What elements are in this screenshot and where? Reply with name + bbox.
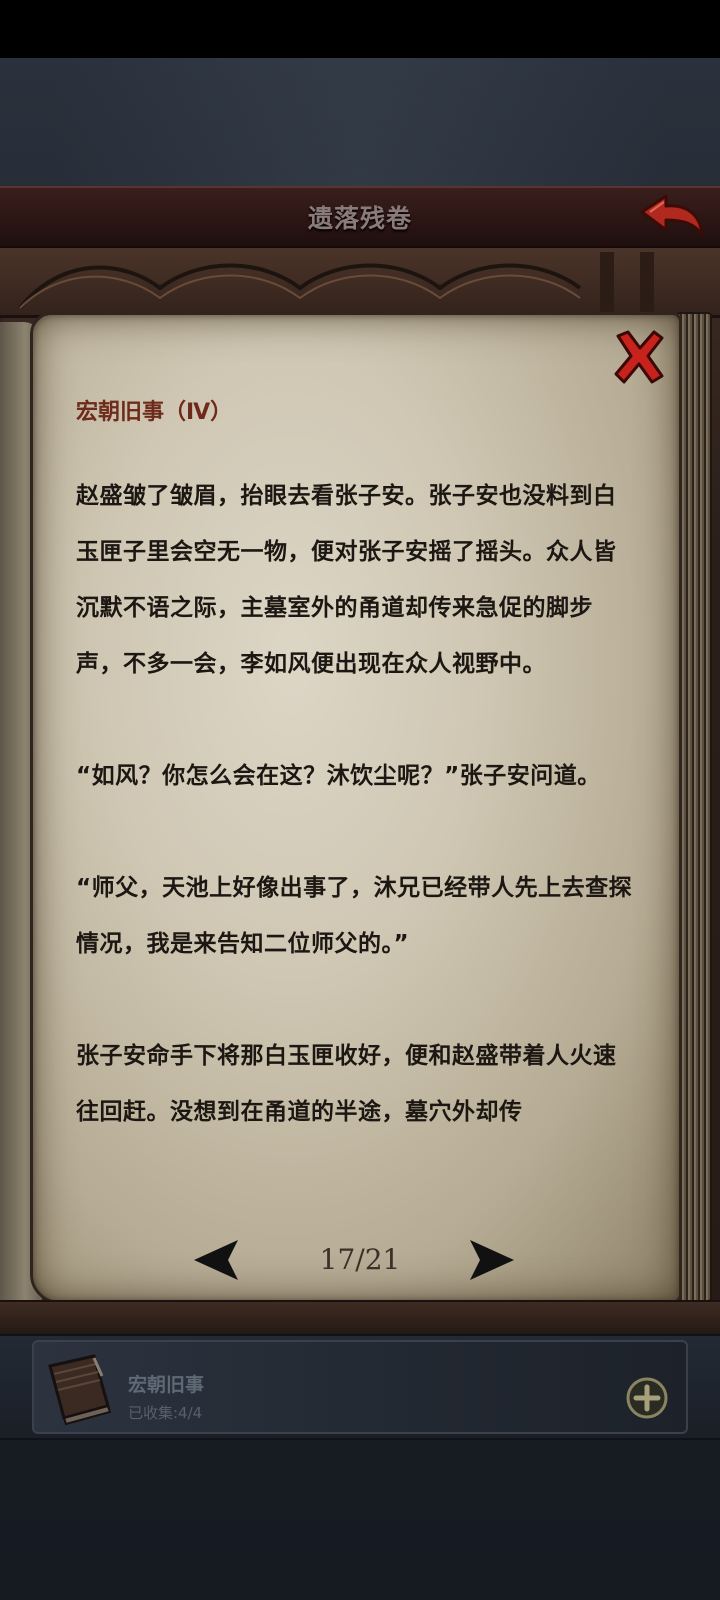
close-button[interactable] xyxy=(610,326,668,386)
story-paragraph: 张子安命手下将那白玉匣收好，便和赵盛带着人火速往回赶。没想到在甬道的半途，墓穴外… xyxy=(76,1043,617,1125)
story-paragraph: “如风？你怎么会在这？沐饮尘呢？”张子安问道。 xyxy=(76,763,601,789)
prev-page-button[interactable] xyxy=(192,1238,242,1282)
collection-name: 宏朝旧事 xyxy=(128,1374,205,1396)
plus-circle-icon xyxy=(626,1377,668,1419)
back-button[interactable] xyxy=(636,190,708,244)
collection-count: 已收集:4/4 xyxy=(128,1404,203,1422)
story-paragraph: 赵盛皱了皱眉，抬眼去看张子安。张子安也没料到白玉匣子里会空无一物，便对张子安摇了… xyxy=(76,483,617,677)
chapter-title: 宏朝旧事（Ⅳ） xyxy=(76,400,233,425)
header-bar: 遗落残卷 xyxy=(0,186,720,248)
page-title: 遗落残卷 xyxy=(307,204,412,233)
story-paragraph: “师父，天池上好像出事了，沐兄已经带人先上去查探情况，我是来告知二位师父的。” xyxy=(76,875,633,957)
book-icon xyxy=(42,1346,118,1428)
close-x-icon xyxy=(614,330,664,384)
ornate-frame-top xyxy=(0,248,720,318)
story-text: 赵盛皱了皱眉，抬眼去看张子安。张子安也没料到白玉匣子里会空无一物，便对张子安摇了… xyxy=(76,468,636,1238)
prev-page-arrow-icon xyxy=(194,1240,238,1280)
wood-frame-bottom xyxy=(0,1300,720,1334)
add-button[interactable] xyxy=(625,1376,669,1420)
next-page-arrow-icon xyxy=(470,1240,514,1280)
status-bar xyxy=(0,0,720,58)
back-arrow-icon xyxy=(640,194,704,236)
page-indicator: 17/21 xyxy=(319,1243,401,1276)
next-page-button[interactable] xyxy=(466,1238,516,1282)
